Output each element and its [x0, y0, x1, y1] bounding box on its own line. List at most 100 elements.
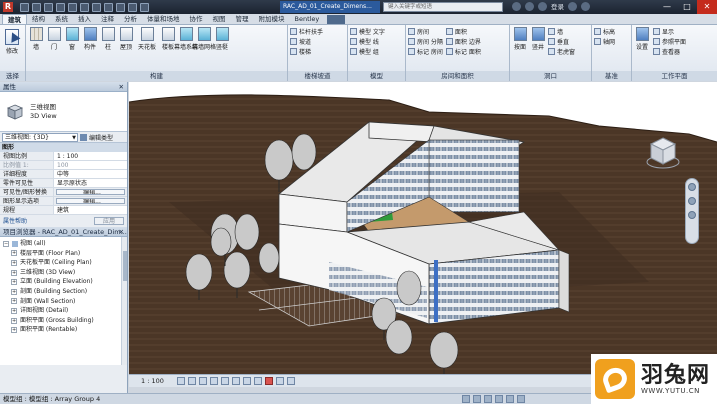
- prop-value[interactable]: 显示原状态: [54, 179, 127, 187]
- subscription-icon[interactable]: [525, 1, 534, 11]
- reveal-hidden-icon[interactable]: [275, 377, 284, 385]
- ref-plane-button[interactable]: 参照平面: [653, 37, 686, 46]
- set-workplane-button[interactable]: 设置: [634, 27, 650, 56]
- grid-button[interactable]: 轴网: [594, 37, 629, 46]
- tab-analyze[interactable]: 分析: [119, 14, 142, 24]
- exchange-icon[interactable]: [568, 1, 577, 11]
- tab-architecture[interactable]: 建筑: [2, 14, 27, 24]
- tree-node[interactable]: + 三维视图 (3D View): [0, 268, 127, 278]
- tag-area-button[interactable]: 标记 面积: [445, 47, 481, 56]
- tree-node[interactable]: + 楼层平面 (Floor Plan): [0, 249, 127, 259]
- tab-addins[interactable]: 附加模块: [254, 14, 290, 24]
- show-crop-icon[interactable]: [253, 377, 262, 385]
- group-build-label[interactable]: 构建: [26, 71, 287, 81]
- app-logo-icon[interactable]: R: [0, 0, 16, 14]
- collapse-icon[interactable]: −: [3, 240, 9, 247]
- prop-value[interactable]: 1 : 100: [54, 152, 127, 160]
- pan-icon[interactable]: [688, 211, 696, 219]
- select-underlay-icon[interactable]: [506, 395, 514, 403]
- binoculars-icon[interactable]: [512, 1, 521, 11]
- graphic-display-edit-button[interactable]: 编辑...: [56, 198, 125, 204]
- ribbon-minimize-toggle[interactable]: [327, 15, 346, 24]
- shaft-button[interactable]: 竖井: [530, 27, 546, 56]
- prop-value[interactable]: 中等: [54, 170, 127, 178]
- apply-button[interactable]: 应用: [93, 216, 124, 225]
- steering-wheel-icon[interactable]: [688, 183, 696, 191]
- show-workplane-button[interactable]: 显示: [653, 27, 686, 36]
- level-button[interactable]: 标高: [594, 27, 629, 36]
- close-icon[interactable]: ✕: [119, 227, 124, 237]
- tree-node[interactable]: + 面积平面 (Rentable): [0, 325, 127, 335]
- sun-path-icon[interactable]: [198, 377, 207, 385]
- expand-icon[interactable]: +: [11, 250, 17, 257]
- vertical-opening-button[interactable]: 垂直: [548, 37, 575, 46]
- modify-button[interactable]: 修改: [2, 27, 22, 55]
- login-link[interactable]: 登录: [551, 1, 564, 11]
- 3d-view-icon[interactable]: [104, 2, 113, 12]
- scroll-thumb[interactable]: [123, 251, 127, 281]
- measure-icon[interactable]: [80, 2, 89, 12]
- railing-button[interactable]: 栏杆扶手: [290, 27, 345, 36]
- expand-icon[interactable]: +: [11, 327, 17, 334]
- area-button[interactable]: 面积: [445, 27, 481, 36]
- vg-edit-button[interactable]: 编辑...: [56, 189, 125, 195]
- model-text-button[interactable]: 模型 文字: [350, 27, 403, 36]
- close-icon[interactable]: ✕: [119, 82, 124, 92]
- redo-icon[interactable]: [56, 2, 65, 12]
- help-icon[interactable]: [581, 1, 590, 11]
- maximize-button[interactable]: □: [677, 0, 697, 14]
- dormer-button[interactable]: 老虎窗: [548, 47, 575, 56]
- select-pinned-icon[interactable]: [517, 395, 525, 403]
- render-icon[interactable]: [220, 377, 229, 385]
- expand-icon[interactable]: +: [11, 307, 17, 314]
- room-button[interactable]: 房间: [408, 27, 443, 36]
- group-datum-label[interactable]: 基准: [592, 71, 631, 81]
- thin-lines-icon[interactable]: [128, 2, 137, 12]
- window-button[interactable]: 窗: [64, 27, 80, 51]
- by-face-button[interactable]: 按面: [512, 27, 528, 56]
- tree-node[interactable]: + 天花板平面 (Ceiling Plan): [0, 258, 127, 268]
- prop-value[interactable]: 建筑: [54, 206, 127, 214]
- wall-button[interactable]: 墙: [28, 27, 44, 51]
- group-select-label[interactable]: 选择: [0, 71, 25, 81]
- user-icon[interactable]: [538, 1, 547, 11]
- tab-massing-site[interactable]: 体量和场地: [142, 14, 185, 24]
- group-room-area-label[interactable]: 房间和面积: [406, 71, 509, 81]
- mullion-button[interactable]: 竖梃: [214, 27, 230, 51]
- column-button[interactable]: 柱: [100, 27, 116, 51]
- expand-icon[interactable]: +: [11, 298, 17, 305]
- close-button[interactable]: ✕: [697, 0, 717, 14]
- 3d-viewport[interactable]: [129, 82, 717, 374]
- filter-icon[interactable]: [484, 395, 492, 403]
- group-model-label[interactable]: 模型: [348, 71, 405, 81]
- design-options-icon[interactable]: [473, 395, 481, 403]
- viewer-button[interactable]: 查看器: [653, 47, 686, 56]
- model-group-button[interactable]: 模型 组: [350, 47, 403, 56]
- worksets-icon[interactable]: [462, 395, 470, 403]
- save-icon[interactable]: [32, 2, 41, 12]
- tab-collaborate[interactable]: 协作: [185, 14, 208, 24]
- tab-systems[interactable]: 系统: [50, 14, 73, 24]
- ceiling-button[interactable]: 天花板: [136, 27, 158, 51]
- properties-help-link[interactable]: 属性帮助: [3, 216, 27, 225]
- tree-node[interactable]: + 剖面 (Building Section): [0, 287, 127, 297]
- instance-select[interactable]: 三维视图: {3D}: [2, 132, 78, 142]
- view-scale[interactable]: 1 : 100: [141, 377, 164, 385]
- visual-style-icon[interactable]: [187, 377, 196, 385]
- lock-view-icon[interactable]: [231, 377, 240, 385]
- expand-icon[interactable]: +: [11, 269, 17, 276]
- area-boundary-button[interactable]: 面积 边界: [445, 37, 481, 46]
- room-separator-button[interactable]: 房间 分隔: [408, 37, 443, 46]
- group-circulation-label[interactable]: 楼梯坡道: [288, 71, 347, 81]
- open-icon[interactable]: [20, 2, 29, 12]
- select-links-icon[interactable]: [495, 395, 503, 403]
- tab-structure[interactable]: 结构: [27, 14, 50, 24]
- model-line-button[interactable]: 模型 线: [350, 37, 403, 46]
- shadows-icon[interactable]: [209, 377, 218, 385]
- tab-view[interactable]: 视图: [208, 14, 231, 24]
- zoom-icon[interactable]: [688, 197, 696, 205]
- expand-icon[interactable]: +: [11, 259, 17, 266]
- tree-scrollbar[interactable]: [121, 237, 127, 365]
- minimize-button[interactable]: —: [657, 0, 677, 14]
- tab-manage[interactable]: 管理: [231, 14, 254, 24]
